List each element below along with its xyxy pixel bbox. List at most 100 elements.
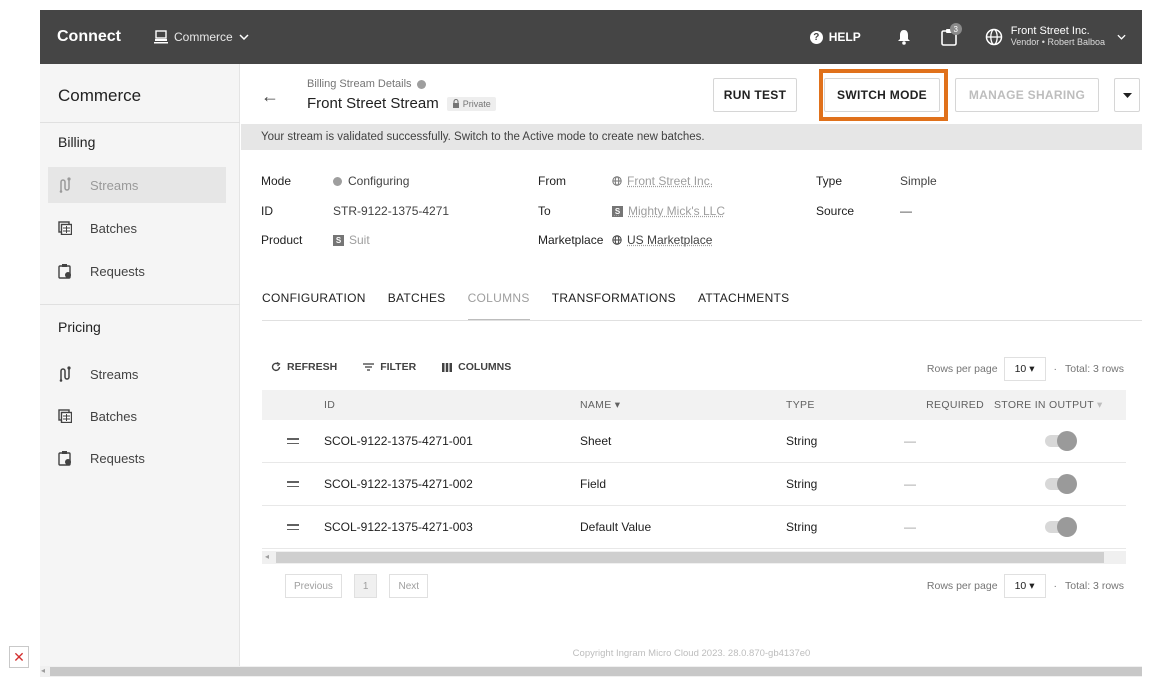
from-label: From bbox=[538, 174, 566, 188]
sidebar-item-label: Streams bbox=[90, 177, 139, 193]
from-text: Front Street Inc. bbox=[627, 174, 714, 188]
next-page-button[interactable]: Next bbox=[389, 574, 429, 598]
to-text: Mighty Mick's LLC bbox=[628, 204, 725, 218]
tab-batches[interactable]: BATCHES bbox=[388, 285, 446, 321]
badge-label: Private bbox=[462, 98, 491, 109]
sidebar-item-pricing-requests[interactable]: Requests bbox=[48, 440, 226, 476]
cell-id: SCOL-9122-1375-4271-003 bbox=[324, 520, 473, 534]
bell-icon[interactable] bbox=[897, 29, 911, 45]
table-row[interactable]: SCOL-9122-1375-4271-002 Field String — bbox=[262, 463, 1126, 506]
back-arrow-icon[interactable]: ← bbox=[261, 86, 279, 107]
module-switcher[interactable]: Commerce bbox=[154, 30, 255, 44]
header-name[interactable]: NAME ▾ bbox=[580, 399, 786, 411]
status-icon bbox=[333, 176, 342, 186]
tab-configuration[interactable]: CONFIGURATION bbox=[262, 285, 366, 321]
top-bar: Connect Commerce ? HELP 3 Front Street I… bbox=[40, 10, 1142, 64]
rows-per-page-select[interactable]: 10 ▾ bbox=[1003, 357, 1046, 381]
header-id[interactable]: ID bbox=[324, 399, 580, 411]
scroll-left-icon[interactable]: ◂ bbox=[41, 666, 45, 675]
type-label: Type bbox=[816, 174, 843, 188]
header-store-in-output[interactable]: STORE IN OUTPUT ▾ bbox=[994, 399, 1126, 411]
sidebar-item-label: Streams bbox=[90, 366, 139, 382]
header-name-label: NAME bbox=[580, 399, 612, 411]
sidebar-section-pricing: Pricing bbox=[58, 319, 101, 335]
separator-dot: · bbox=[1053, 580, 1058, 592]
breadcrumb-label: Billing Stream Details bbox=[307, 78, 412, 90]
manage-sharing-button[interactable]: MANAGE SHARING bbox=[955, 78, 1099, 112]
page-number[interactable]: 1 bbox=[353, 574, 378, 598]
table-row[interactable]: SCOL-9122-1375-4271-001 Sheet String — bbox=[262, 420, 1126, 463]
product-link[interactable]: S Suit bbox=[333, 233, 370, 247]
source-value: — bbox=[900, 204, 912, 218]
lock-icon bbox=[452, 99, 459, 108]
caret-down-icon bbox=[1122, 92, 1132, 98]
cell-required: — bbox=[904, 434, 916, 448]
divider bbox=[40, 122, 240, 123]
header-required[interactable]: REQUIRED bbox=[904, 399, 994, 411]
sidebar-item-label: Requests bbox=[90, 450, 145, 466]
stream-name: Front Street Stream bbox=[307, 95, 439, 112]
store-in-output-toggle[interactable] bbox=[1045, 517, 1077, 537]
filter-button[interactable]: FILTER bbox=[363, 361, 416, 373]
to-label: To bbox=[538, 204, 551, 218]
store-in-output-toggle[interactable] bbox=[1045, 431, 1077, 451]
help-button[interactable]: ? HELP bbox=[809, 30, 861, 44]
drag-handle-icon[interactable] bbox=[287, 438, 299, 444]
alert-banner: Your stream is validated successfully. S… bbox=[241, 124, 1142, 150]
requests-icon bbox=[58, 264, 71, 279]
id-value: STR-9122-1375-4271 bbox=[333, 204, 450, 218]
tab-columns[interactable]: COLUMNS bbox=[467, 285, 530, 321]
drag-handle-icon[interactable] bbox=[287, 524, 299, 530]
total-rows: Total: 3 rows bbox=[1065, 580, 1124, 592]
account-role: Vendor • Robert Balboa bbox=[1010, 37, 1105, 47]
account-menu[interactable]: Front Street Inc. Vendor • Robert Balboa bbox=[985, 26, 1126, 48]
page-horizontal-scrollbar[interactable]: ◂ bbox=[40, 666, 1142, 677]
cell-name: Default Value bbox=[580, 520, 652, 534]
rows-per-page-bottom: Rows per page 10 ▾ · Total: 3 rows bbox=[927, 574, 1124, 598]
broken-image-icon: ✕ bbox=[9, 646, 29, 668]
refresh-button[interactable]: REFRESH bbox=[271, 361, 337, 373]
cell-name: Sheet bbox=[580, 434, 612, 448]
cell-type: String bbox=[786, 477, 818, 491]
to-link[interactable]: S Mighty Mick's LLC bbox=[612, 204, 725, 218]
refresh-label: REFRESH bbox=[287, 361, 338, 373]
grid-toolbar: REFRESH FILTER COLUMNS bbox=[271, 361, 537, 373]
sidebar-title: Commerce bbox=[58, 86, 142, 105]
cell-required: — bbox=[904, 477, 916, 491]
cell-name: Field bbox=[580, 477, 607, 491]
marketplace-link[interactable]: US Marketplace bbox=[612, 233, 712, 247]
product-text: Suit bbox=[349, 233, 370, 247]
columns-button[interactable]: COLUMNS bbox=[442, 361, 511, 373]
globe-icon bbox=[985, 28, 1003, 46]
sidebar-item-billing-streams[interactable]: Streams bbox=[48, 167, 226, 203]
product-icon: S bbox=[333, 234, 344, 246]
tab-attachments[interactable]: ATTACHMENTS bbox=[698, 285, 790, 321]
more-actions-button[interactable] bbox=[1114, 78, 1140, 112]
table-horizontal-scrollbar[interactable]: ◂ bbox=[262, 551, 1126, 564]
drag-handle-icon[interactable] bbox=[287, 481, 299, 487]
rows-per-page-value: 10 bbox=[1014, 580, 1027, 592]
table-row[interactable]: SCOL-9122-1375-4271-003 Default Value St… bbox=[262, 506, 1126, 549]
sidebar-item-billing-batches[interactable]: Batches bbox=[48, 210, 226, 246]
run-test-button[interactable]: RUN TEST bbox=[713, 78, 797, 112]
info-icon[interactable] bbox=[416, 79, 426, 89]
brand-logo[interactable]: Connect bbox=[57, 28, 121, 46]
tab-transformations[interactable]: TRANSFORMATIONS bbox=[552, 285, 676, 321]
store-in-output-toggle[interactable] bbox=[1045, 474, 1077, 494]
sidebar-item-label: Batches bbox=[90, 408, 137, 424]
module-name: Commerce bbox=[174, 30, 233, 44]
rows-per-page-select[interactable]: 10 ▾ bbox=[1003, 574, 1046, 598]
company-icon: S bbox=[612, 205, 623, 217]
from-link[interactable]: Front Street Inc. bbox=[612, 174, 713, 188]
sidebar-item-billing-requests[interactable]: Requests bbox=[48, 253, 226, 289]
sidebar-item-pricing-batches[interactable]: Batches bbox=[48, 398, 226, 434]
previous-page-button[interactable]: Previous bbox=[285, 574, 342, 598]
streams-icon bbox=[59, 177, 71, 193]
sidebar-item-pricing-streams[interactable]: Streams bbox=[48, 356, 226, 392]
cell-id: SCOL-9122-1375-4271-001 bbox=[324, 434, 473, 448]
switch-mode-button[interactable]: SWITCH MODE bbox=[824, 78, 940, 112]
tasks-button[interactable]: 3 bbox=[940, 23, 962, 46]
chevron-down-icon bbox=[1117, 34, 1126, 40]
header-type[interactable]: TYPE bbox=[786, 399, 904, 411]
scroll-left-icon[interactable]: ◂ bbox=[265, 552, 269, 561]
